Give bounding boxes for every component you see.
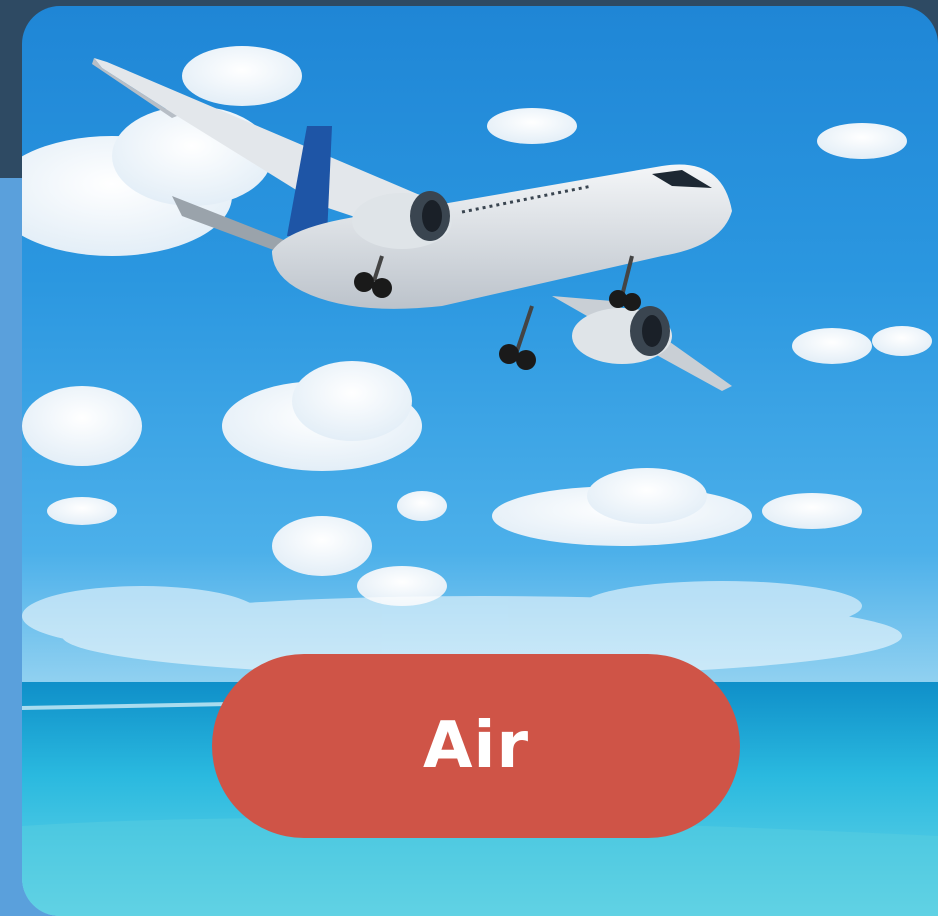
air-button[interactable]: Air [212, 654, 740, 838]
transport-card-air[interactable]: Air [22, 6, 938, 916]
